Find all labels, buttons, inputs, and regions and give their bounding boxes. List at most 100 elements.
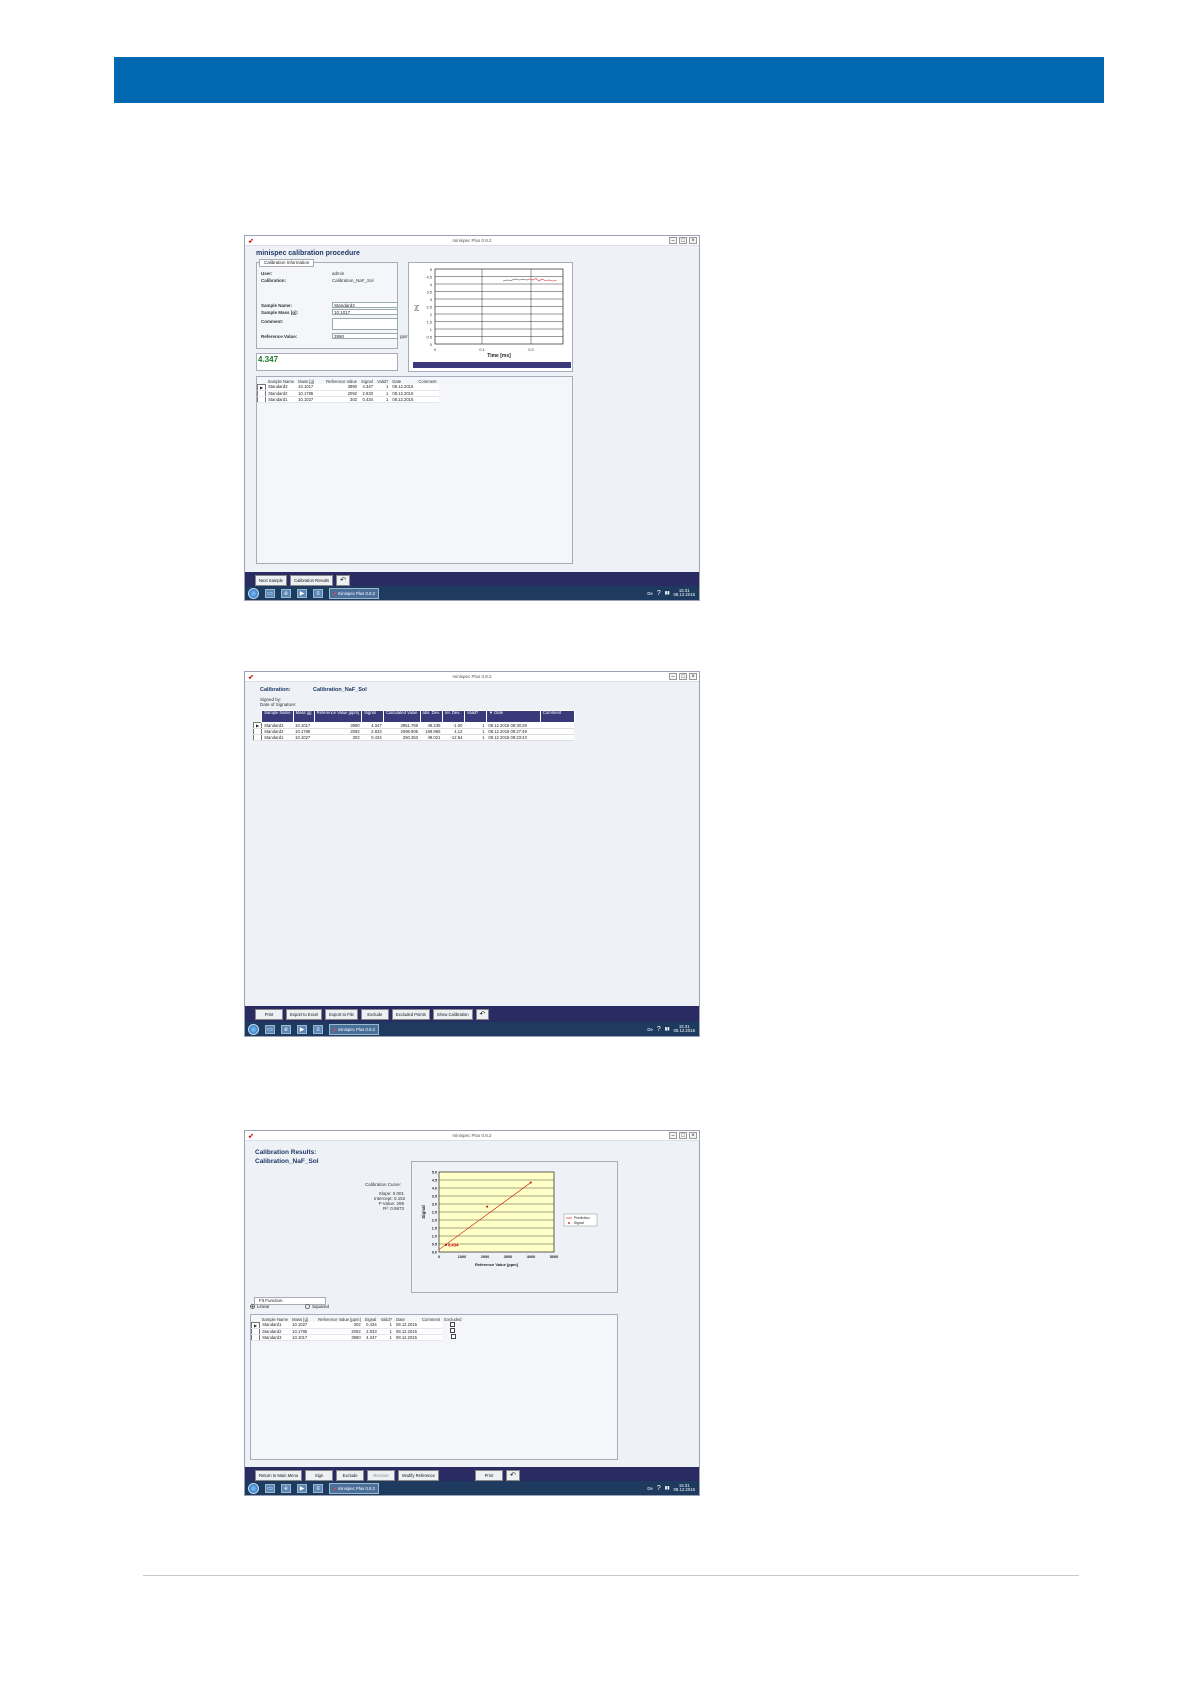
- date-of-signature-label: Date of Signature:: [260, 702, 297, 707]
- minimize-icon[interactable]: –: [669, 237, 677, 244]
- print-button[interactable]: Print: [255, 1008, 283, 1020]
- start-button-icon[interactable]: [248, 587, 259, 599]
- comment-input[interactable]: [332, 318, 398, 330]
- row-selector[interactable]: [256, 395, 267, 403]
- y-tick: 4.5: [426, 275, 432, 280]
- col-header[interactable]: Valid?: [463, 710, 487, 723]
- row-selector[interactable]: [252, 734, 263, 741]
- action-bar: Print Export to Excel Export to File Exc…: [245, 1006, 699, 1022]
- excluded-checkbox[interactable]: [450, 1328, 456, 1333]
- browser-icon[interactable]: e: [281, 588, 291, 598]
- excluded-checkbox[interactable]: [450, 1334, 456, 1339]
- print-button[interactable]: Print: [474, 1469, 503, 1481]
- close-icon[interactable]: ×: [689, 1132, 697, 1139]
- taskbar-app-button[interactable]: ➶ minispec Plus 0.8.2: [329, 1482, 379, 1494]
- undo-icon[interactable]: ↶: [505, 1469, 520, 1481]
- col-header: Reference Value [ppm]: [318, 1316, 361, 1322]
- col-header[interactable]: Sample Name: [261, 710, 294, 723]
- title-bar: ➶ minispec Plus 0.8.2 – □ ×: [245, 1131, 699, 1141]
- col-header[interactable]: Calculated Value: [383, 710, 421, 723]
- table-row[interactable]: Standard1 10.1027 302 0.434 1 08.12.2015: [256, 395, 439, 403]
- calibration-name: Calibration_NaF_Sol: [313, 687, 367, 693]
- radio-squared[interactable]: Squared: [305, 1304, 329, 1309]
- excluded-points-button[interactable]: Excluded Points: [391, 1008, 430, 1020]
- taskbar-app-button[interactable]: ➶ minispec Plus 0.8.2: [329, 1023, 379, 1035]
- browser-icon[interactable]: e: [281, 1483, 291, 1493]
- return-main-menu-button[interactable]: Return to Main Menu: [255, 1469, 303, 1481]
- folder-icon[interactable]: ▭: [265, 1483, 275, 1493]
- help-icon[interactable]: ?: [657, 590, 661, 597]
- browser-icon[interactable]: e: [281, 1024, 291, 1034]
- undo-icon[interactable]: ↶: [475, 1008, 490, 1020]
- table-row[interactable]: Standard2 10.1785 2092 2.833 2096.905 169.9…: [252, 728, 575, 735]
- close-icon[interactable]: ×: [689, 237, 697, 244]
- export-file-button[interactable]: Export to File: [325, 1008, 358, 1020]
- folder-icon[interactable]: ▭: [265, 588, 275, 598]
- start-button-icon[interactable]: [248, 1482, 259, 1494]
- clock[interactable]: 15:31 08.12.2015: [673, 1024, 695, 1034]
- minimize-icon[interactable]: –: [669, 1132, 677, 1139]
- exclude-button[interactable]: Exclude: [360, 1008, 389, 1020]
- col-header[interactable]: Reference Value [ppm]: [313, 710, 363, 723]
- help-icon[interactable]: ?: [657, 1026, 661, 1033]
- row-selector[interactable]: [250, 1333, 261, 1341]
- media-player-icon[interactable]: ▶: [297, 588, 307, 598]
- close-icon[interactable]: ×: [689, 673, 697, 680]
- curve-title: Calibration Curve:: [365, 1182, 402, 1187]
- col-header[interactable]: Mass [g]: [292, 710, 315, 723]
- progress-bar: [413, 362, 571, 368]
- taskbar-app-button[interactable]: ➶ minispec Plus 0.8.2: [329, 587, 379, 599]
- undo-icon[interactable]: ↶: [336, 574, 351, 586]
- document-icon[interactable]: ≡: [313, 1024, 323, 1034]
- show-calibration-button[interactable]: Show Calibration: [432, 1008, 473, 1020]
- calibration-value: Calibration_NaF_Sol: [332, 278, 374, 283]
- next-sample-button[interactable]: Next Sample: [255, 574, 287, 586]
- calibration-results-button[interactable]: Calibration Results: [289, 574, 334, 586]
- col-header[interactable]: rel. Dev.: [441, 710, 465, 723]
- table-row[interactable]: ▶ Standard3 10.1017 3990 4.347 3951.769 49.…: [252, 722, 575, 729]
- tray-language[interactable]: De: [647, 591, 653, 596]
- maximize-icon[interactable]: □: [679, 237, 687, 244]
- tray-language[interactable]: De: [647, 1486, 653, 1491]
- col-header[interactable]: ▼ Date: [485, 710, 541, 723]
- minimize-icon[interactable]: –: [669, 673, 677, 680]
- maximize-icon[interactable]: □: [679, 1132, 687, 1139]
- col-header[interactable]: Comment: [539, 710, 575, 723]
- table-row[interactable]: Standard1 10.1027 302 0.434 250.353 49.021 …: [252, 734, 575, 741]
- x-tick: 0: [434, 347, 437, 352]
- table-row[interactable]: Standard2 10.1785 2092 2.833 1 08.12.2015: [256, 389, 439, 397]
- exclude-button[interactable]: Exclude: [336, 1469, 365, 1481]
- recover-button[interactable]: Recover: [367, 1469, 396, 1481]
- radio-linear[interactable]: Linear: [250, 1304, 270, 1309]
- document-icon[interactable]: ≡: [313, 1483, 323, 1493]
- signal-chart: 5 4.5 4 3.5 3 2.5 2 1.5 1 0.5 0 0 0.1 0.…: [413, 267, 571, 368]
- start-button-icon[interactable]: [248, 1023, 259, 1035]
- network-icon[interactable]: ▮▮: [665, 590, 670, 596]
- sign-button[interactable]: Sign: [305, 1469, 334, 1481]
- clock[interactable]: 15:31 08.12.2015: [673, 1483, 695, 1493]
- table-row[interactable]: Standard3 10.1017 3990 4.347 1 08.12.2015: [250, 1333, 465, 1341]
- document-icon[interactable]: ≡: [313, 588, 323, 598]
- sample-mass-input[interactable]: 10.1017: [332, 309, 398, 315]
- clock[interactable]: 15:31 08.12.2015: [673, 588, 695, 598]
- calibration-info-tab[interactable]: Calibration Information: [259, 259, 315, 267]
- sample-name-input[interactable]: Standard3: [332, 302, 398, 308]
- media-player-icon[interactable]: ▶: [297, 1024, 307, 1034]
- reference-value-input[interactable]: 3990: [332, 333, 398, 339]
- network-icon[interactable]: ▮▮: [665, 1026, 670, 1032]
- y-tick-label: 1.5: [432, 1227, 437, 1231]
- col-header[interactable]: Signal: [361, 710, 385, 723]
- modify-reference-button[interactable]: Modify Reference: [398, 1469, 439, 1481]
- y-tick: 2: [430, 312, 433, 317]
- table-row[interactable]: ▶ Standard3 10.1017 3990 4.347 1 08.12.2015: [256, 383, 439, 391]
- folder-icon[interactable]: ▭: [265, 1024, 275, 1034]
- col-header[interactable]: abs. Dev.: [419, 710, 443, 723]
- excluded-checkbox[interactable]: [450, 1322, 456, 1327]
- maximize-icon[interactable]: □: [679, 673, 687, 680]
- tray-language[interactable]: De: [647, 1027, 653, 1032]
- export-excel-button[interactable]: Export to Excel: [286, 1008, 323, 1020]
- media-player-icon[interactable]: ▶: [297, 1483, 307, 1493]
- network-icon[interactable]: ▮▮: [665, 1485, 670, 1491]
- x-axis-label: Reference Value [ppm]: [475, 1262, 519, 1267]
- help-icon[interactable]: ?: [657, 1485, 661, 1492]
